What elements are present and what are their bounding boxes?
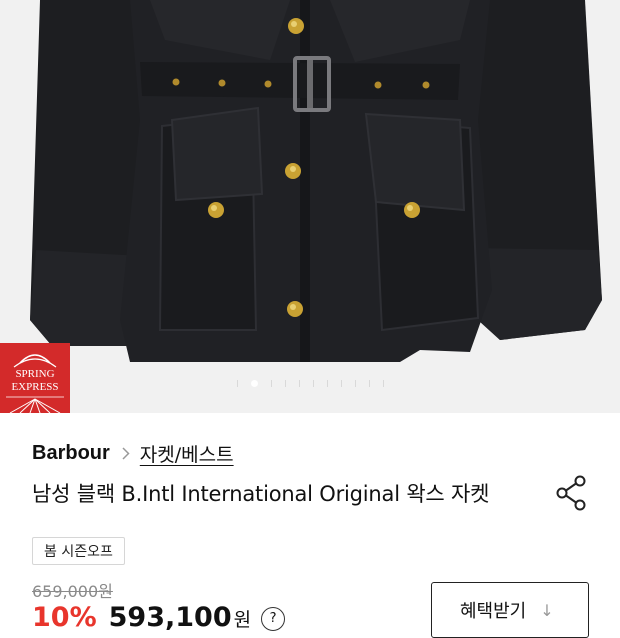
pagination-dot[interactable] xyxy=(250,379,258,387)
download-arrow-icon: ↓ xyxy=(540,600,554,620)
pagination-dot[interactable] xyxy=(354,379,356,387)
price-row: 10% 593,100 원 ? xyxy=(32,602,286,635)
share-icon xyxy=(556,475,586,511)
category-link[interactable]: 자켓/베스트 xyxy=(140,440,234,467)
pagination-dot[interactable] xyxy=(382,379,384,387)
pagination-dot[interactable] xyxy=(298,379,300,387)
original-price: 659,000원 xyxy=(32,582,113,601)
pagination-dot[interactable] xyxy=(312,379,314,387)
breadcrumb: Barbour 자켓/베스트 xyxy=(32,438,234,468)
pagination-dot[interactable] xyxy=(236,379,238,387)
price-info-icon[interactable]: ? xyxy=(261,606,286,631)
pagination-dot[interactable] xyxy=(326,379,328,387)
image-pagination[interactable] xyxy=(0,377,620,389)
discount-rate: 10% xyxy=(32,602,97,633)
share-button[interactable] xyxy=(552,472,592,512)
chevron-right-icon xyxy=(122,446,130,460)
brand-link[interactable]: Barbour xyxy=(32,442,110,465)
pagination-dot[interactable] xyxy=(284,379,286,387)
currency-unit: 원 xyxy=(233,609,252,631)
product-image[interactable]: SPRING EXPRESS xyxy=(0,0,620,413)
pagination-dot[interactable] xyxy=(270,379,272,387)
sale-price: 593,100 xyxy=(108,602,232,633)
product-title: 남성 블랙 B.Intl International Original 왁스 자… xyxy=(32,482,490,506)
jacket-photo xyxy=(0,0,620,413)
season-tag: 봄 시즌오프 xyxy=(32,537,125,565)
benefit-button-label: 혜택받기 xyxy=(460,601,527,622)
pagination-dot[interactable] xyxy=(340,379,342,387)
pagination-dot[interactable] xyxy=(368,379,370,387)
get-benefit-button[interactable]: 혜택받기 ↓ xyxy=(431,582,589,638)
